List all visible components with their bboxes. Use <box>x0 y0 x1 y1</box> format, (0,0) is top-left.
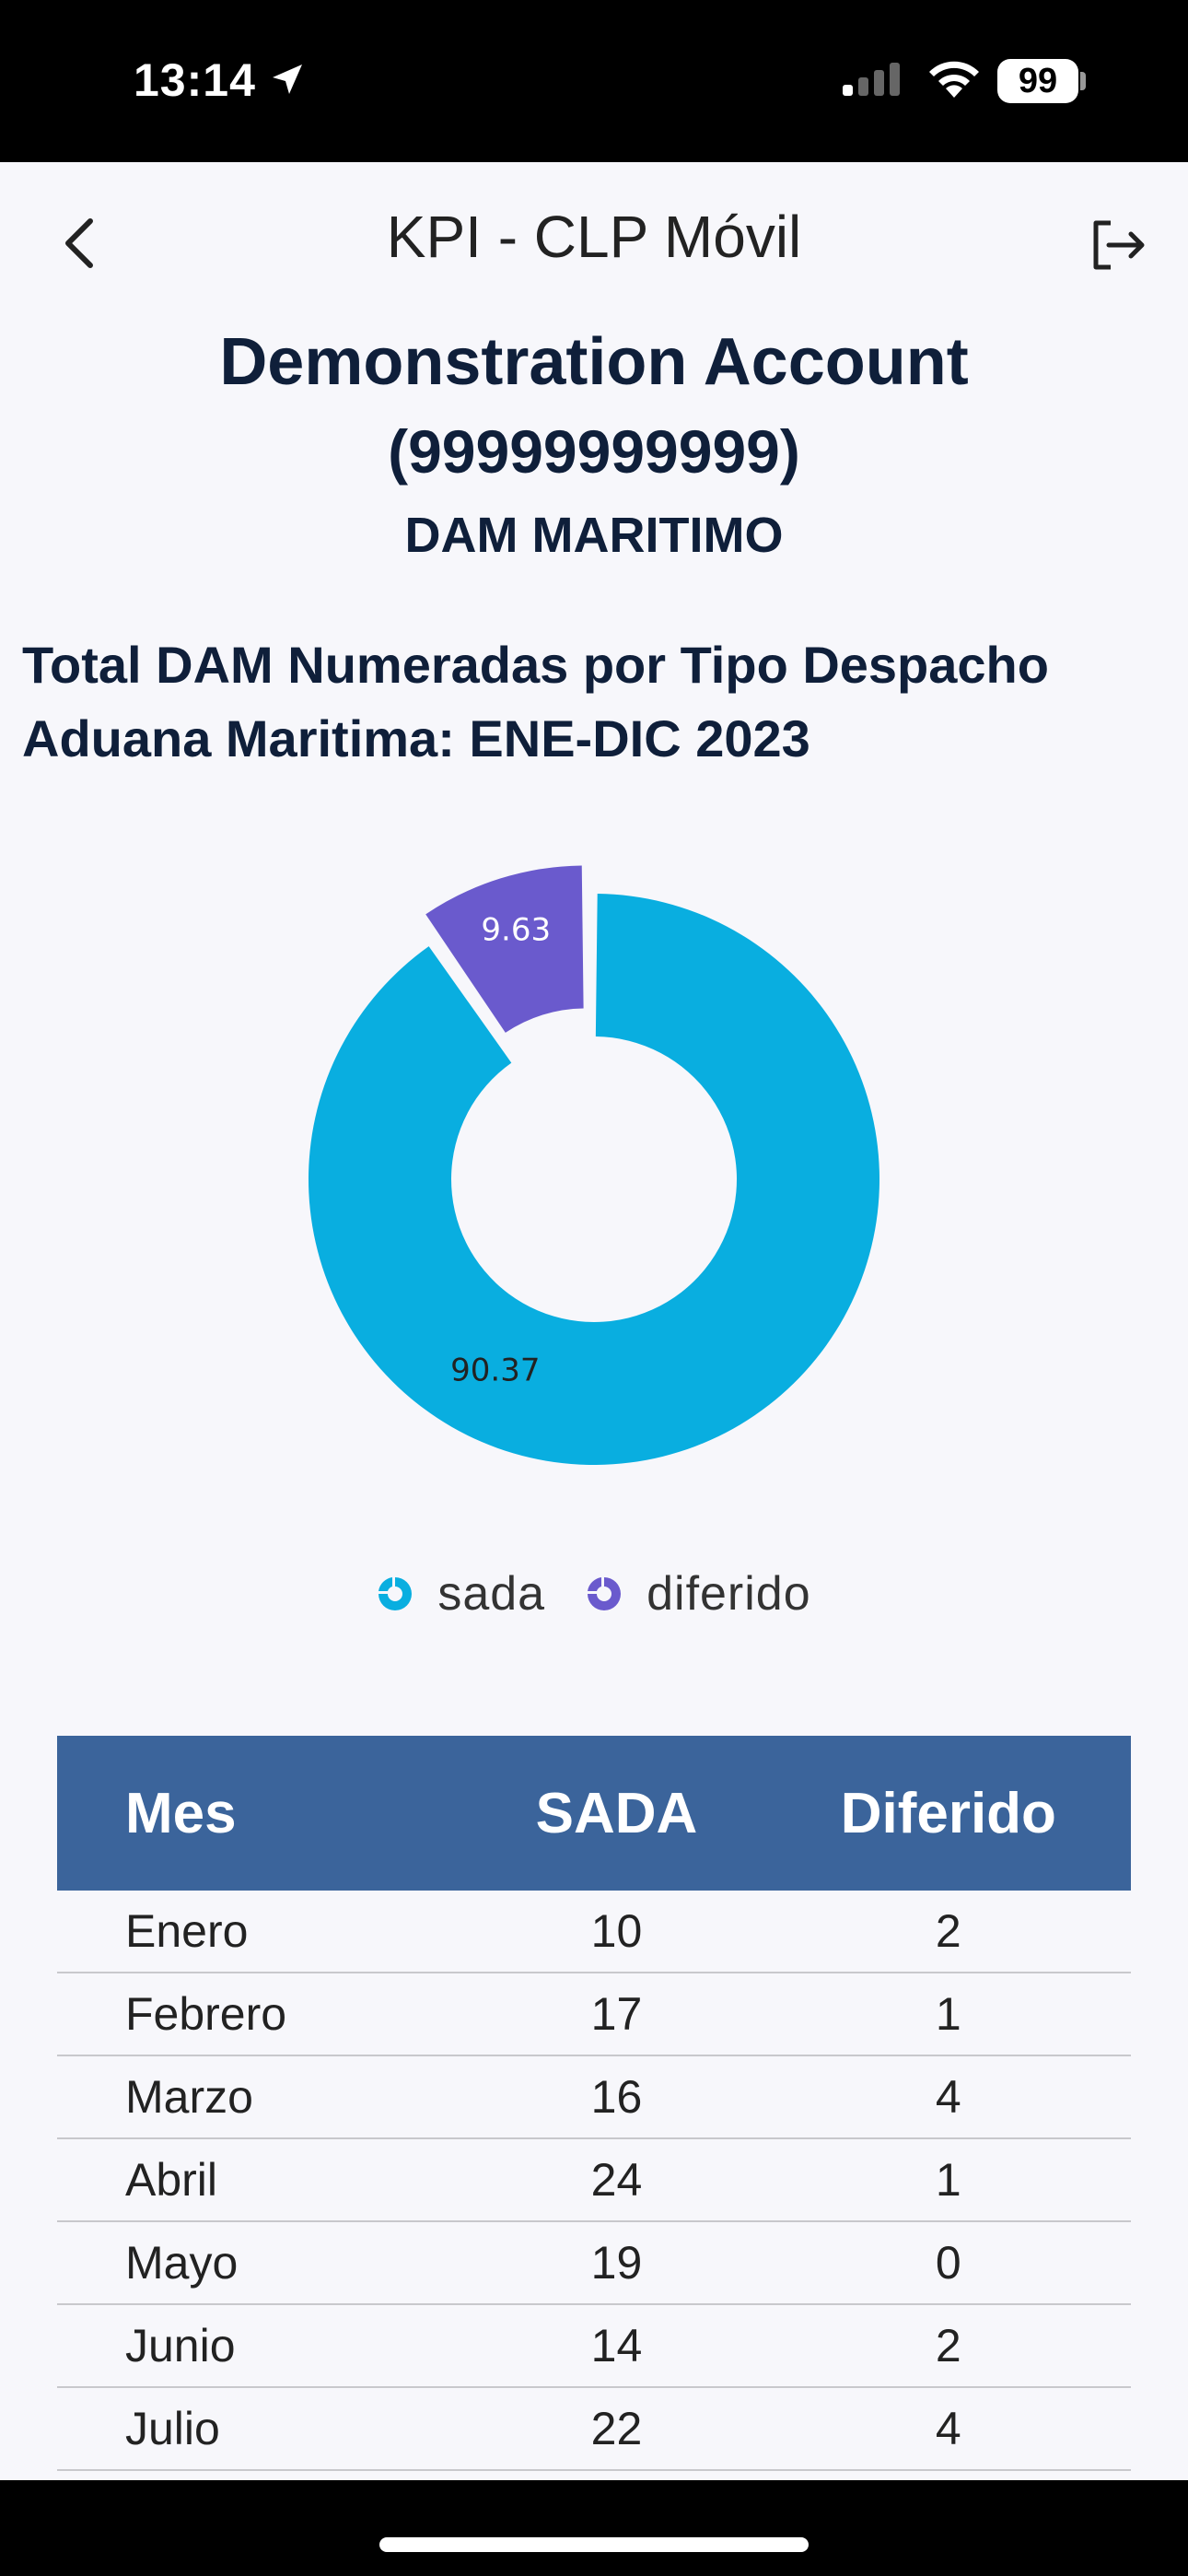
account-module: DAM MARITIMO <box>404 508 784 563</box>
legend-donut-icon <box>379 1577 413 1610</box>
status-bar: 13:14 99 <box>0 0 1188 162</box>
cell-diferido: 1 <box>765 2138 1131 2222</box>
logout-button[interactable] <box>1083 210 1153 280</box>
cell-mes: Marzo <box>57 2055 468 2139</box>
status-time: 13:14 <box>134 54 256 106</box>
chart-title-line-1: Total DAM Numeradas por Tipo Despacho <box>22 636 1049 694</box>
cell-mes: Junio <box>57 2304 468 2388</box>
wifi-icon <box>929 61 979 98</box>
cell-diferido: 4 <box>765 2387 1131 2471</box>
donut-chart: 90.37 9.63 <box>308 865 879 1465</box>
table-row: Junio 14 2 <box>57 2304 1131 2388</box>
header-diferido: Diferido <box>765 1736 1131 1891</box>
cell-mes: Enero <box>57 1891 468 1973</box>
account-id: (99999999999) <box>388 417 800 486</box>
cell-sada: 10 <box>467 1891 766 1973</box>
slice-label-sada: 90.37 <box>450 1352 540 1388</box>
legend-label: sada <box>437 1567 546 1621</box>
slice-label-diferido: 9.63 <box>481 911 551 948</box>
cell-diferido: 2 <box>765 2304 1131 2388</box>
table-row: Febrero 17 1 <box>57 1973 1131 2056</box>
cell-sada: 24 <box>467 2138 766 2222</box>
legend-item-diferido[interactable]: diferido <box>586 1566 811 1622</box>
monthly-table: Mes SADA Diferido Enero 10 2 Febrero 17 … <box>57 1736 1131 2471</box>
cell-sada: 22 <box>467 2387 766 2471</box>
table-header-row: Mes SADA Diferido <box>57 1736 1131 1891</box>
cell-sada: 17 <box>467 1973 766 2056</box>
legend-item-sada[interactable]: sada <box>377 1566 545 1622</box>
table-row: Marzo 16 4 <box>57 2055 1131 2139</box>
legend-donut-icon <box>588 1577 622 1610</box>
header-mes: Mes <box>57 1736 468 1891</box>
logout-icon <box>1093 220 1145 270</box>
cellular-signal-icon <box>843 63 900 96</box>
cell-diferido: 1 <box>765 1973 1131 2056</box>
table-row: Enero 10 2 <box>57 1891 1131 1973</box>
donut-slice-sada[interactable] <box>308 894 879 1465</box>
home-indicator[interactable] <box>379 2537 809 2552</box>
cell-diferido: 4 <box>765 2055 1131 2139</box>
legend-label: diferido <box>646 1567 811 1621</box>
page-title: KPI - CLP Móvil <box>386 204 802 270</box>
table-row: Julio 22 4 <box>57 2387 1131 2471</box>
header-sada: SADA <box>467 1736 766 1891</box>
cell-sada: 19 <box>467 2221 766 2305</box>
table-row: Mayo 19 0 <box>57 2221 1131 2305</box>
cell-mes: Febrero <box>57 1973 468 2056</box>
battery-cap <box>1080 72 1086 90</box>
cell-sada: 16 <box>467 2055 766 2139</box>
table-row: Abril 24 1 <box>57 2138 1131 2222</box>
cell-sada: 14 <box>467 2304 766 2388</box>
cell-diferido: 2 <box>765 1891 1131 1973</box>
chart-legend: sada diferido <box>0 1566 1188 1624</box>
account-name: Demonstration Account <box>219 325 969 399</box>
location-arrow-icon <box>273 64 302 94</box>
cell-mes: Julio <box>57 2387 468 2471</box>
chart-title: Total DAM Numeradas por Tipo Despacho Ad… <box>22 628 1164 776</box>
cell-diferido: 0 <box>765 2221 1131 2305</box>
bottom-bar <box>0 2480 1188 2576</box>
nav-bar: KPI - CLP Móvil <box>0 162 1188 319</box>
chart-title-line-2: Aduana Maritima: ENE-DIC 2023 <box>22 709 810 767</box>
cell-mes: Abril <box>57 2138 468 2222</box>
battery-icon: 99 <box>997 59 1078 103</box>
cell-mes: Mayo <box>57 2221 468 2305</box>
